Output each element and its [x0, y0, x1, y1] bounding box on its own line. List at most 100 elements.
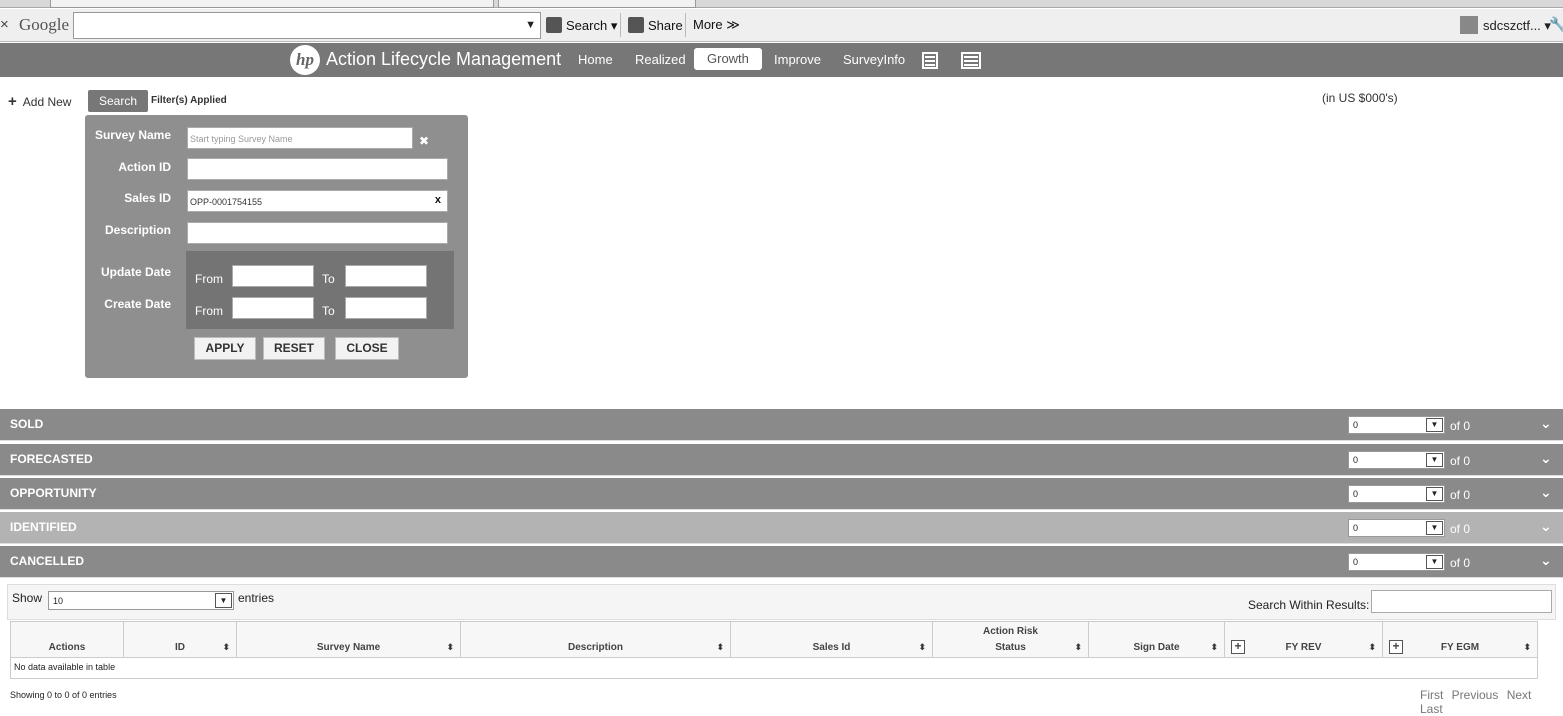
- page-size-select[interactable]: 10 ▼: [48, 591, 234, 610]
- browser-tab[interactable]: [50, 0, 494, 8]
- page-select[interactable]: 0 ▼: [1348, 451, 1445, 469]
- page-select[interactable]: 0 ▼: [1348, 485, 1445, 503]
- page-select[interactable]: 0 ▼: [1348, 519, 1445, 537]
- pagination: First Previous Next Last: [1420, 688, 1563, 716]
- sales-id-input[interactable]: OPP-0001754155 x: [187, 190, 448, 212]
- toolbar-more-button[interactable]: More ≫: [693, 17, 740, 33]
- dropdown-arrow-icon: ▼: [1426, 555, 1443, 569]
- grid-view-icon[interactable]: [961, 52, 981, 69]
- currency-units-label: (in US $000's): [1322, 91, 1398, 105]
- nav-realized[interactable]: Realized: [635, 52, 686, 67]
- column-sales-id[interactable]: Sales Id ⬍: [731, 622, 933, 657]
- sort-icon[interactable]: ⬍: [1074, 642, 1082, 653]
- empty-table-row: No data available in table: [10, 658, 1538, 679]
- page-count: of 0: [1450, 488, 1471, 502]
- column-description[interactable]: Description ⬍: [461, 622, 731, 657]
- sales-id-value: OPP-0001754155: [190, 197, 263, 207]
- column-action-risk-status[interactable]: Action Risk Status ⬍: [933, 622, 1089, 657]
- to-label: To: [322, 304, 335, 318]
- column-actions: Actions: [11, 622, 124, 657]
- clear-sales-id-icon[interactable]: x: [435, 194, 441, 206]
- column-fy-rev[interactable]: + FY REV ⬍: [1225, 622, 1383, 657]
- from-label: From: [195, 272, 223, 286]
- share-icon: [628, 17, 644, 33]
- section-identified[interactable]: IDENTIFIED 0 ▼ of 0 ⌄: [0, 512, 1563, 544]
- browser-tab[interactable]: [498, 0, 696, 8]
- sort-icon[interactable]: ⬍: [918, 642, 926, 653]
- close-button[interactable]: CLOSE: [335, 337, 399, 360]
- google-logo: Google: [19, 15, 70, 34]
- column-sign-date[interactable]: Sign Date ⬍: [1089, 622, 1225, 657]
- google-search-input[interactable]: ▼: [73, 12, 541, 39]
- apply-button[interactable]: APPLY: [194, 337, 256, 360]
- sort-icon[interactable]: ⬍: [1523, 642, 1531, 653]
- section-title: FORECASTED: [10, 452, 93, 466]
- create-date-label: Create Date: [104, 297, 171, 311]
- hp-logo: hp: [290, 45, 320, 75]
- filters-applied-label: Filter(s) Applied: [151, 95, 227, 106]
- section-cancelled[interactable]: CANCELLED 0 ▼ of 0 ⌄: [0, 546, 1563, 578]
- reset-button[interactable]: RESET: [263, 337, 325, 360]
- add-new-button[interactable]: + Add New: [8, 93, 71, 110]
- action-id-input[interactable]: [187, 158, 448, 180]
- sort-icon[interactable]: ⬍: [446, 642, 454, 653]
- page-count: of 0: [1450, 419, 1471, 433]
- pager-next[interactable]: Next: [1507, 688, 1532, 702]
- survey-name-label: Survey Name: [94, 128, 171, 142]
- toolbar-divider: [685, 13, 686, 37]
- list-view-icon[interactable]: [922, 52, 938, 69]
- wrench-icon[interactable]: 🔧: [1549, 16, 1563, 33]
- description-label: Description: [104, 223, 171, 237]
- search-within-label: Search Within Results:: [1248, 598, 1370, 612]
- chevron-down-icon[interactable]: ⌄: [1540, 415, 1552, 432]
- browser-tab-strip: [0, 0, 1563, 8]
- sort-icon[interactable]: ⬍: [1210, 642, 1218, 653]
- sort-icon[interactable]: ⬍: [1368, 642, 1376, 653]
- action-id-label: Action ID: [118, 160, 171, 174]
- create-date-from-input[interactable]: [232, 297, 314, 319]
- pager-first[interactable]: First: [1420, 688, 1443, 702]
- sort-icon[interactable]: ⬍: [222, 642, 230, 653]
- dropdown-arrow-icon: ▼: [1426, 418, 1443, 432]
- search-filter-panel: Survey Name Start typing Survey Name ✖ A…: [85, 115, 468, 378]
- nav-home[interactable]: Home: [578, 52, 613, 67]
- clear-survey-name-icon[interactable]: ✖: [419, 134, 429, 148]
- from-label: From: [195, 304, 223, 318]
- plus-icon: +: [8, 93, 17, 110]
- section-opportunity[interactable]: OPPORTUNITY 0 ▼ of 0 ⌄: [0, 478, 1563, 510]
- toolbar-share-button[interactable]: Share: [628, 17, 683, 33]
- column-survey-name[interactable]: Survey Name ⬍: [237, 622, 461, 657]
- column-id[interactable]: ID ⬍: [124, 622, 237, 657]
- chevron-down-icon[interactable]: ⌄: [1540, 518, 1552, 535]
- nav-improve[interactable]: Improve: [774, 52, 821, 67]
- search-button[interactable]: Search: [88, 90, 148, 112]
- chevron-down-icon[interactable]: ⌄: [1540, 484, 1552, 501]
- update-date-from-input[interactable]: [232, 265, 314, 287]
- dropdown-arrow-icon[interactable]: ▼: [525, 19, 536, 31]
- dropdown-arrow-icon: ▼: [215, 593, 232, 608]
- description-input[interactable]: [187, 222, 448, 244]
- search-within-input[interactable]: [1371, 590, 1552, 613]
- page-select[interactable]: 0 ▼: [1348, 553, 1445, 571]
- section-title: OPPORTUNITY: [10, 486, 97, 500]
- create-date-to-input[interactable]: [345, 297, 427, 319]
- page-count: of 0: [1450, 522, 1471, 536]
- chevron-down-icon[interactable]: ⌄: [1540, 552, 1552, 569]
- nav-growth[interactable]: Growth: [694, 48, 762, 70]
- column-fy-egm[interactable]: + FY EGM ⬍: [1383, 622, 1537, 657]
- close-toolbar-icon[interactable]: ×: [0, 16, 9, 33]
- update-date-to-input[interactable]: [345, 265, 427, 287]
- survey-name-input[interactable]: Start typing Survey Name: [187, 127, 413, 149]
- pager-previous[interactable]: Previous: [1452, 688, 1499, 702]
- user-account[interactable]: sdcszctf... ▾: [1460, 16, 1551, 34]
- entries-label: entries: [238, 591, 275, 605]
- pager-last[interactable]: Last: [1420, 702, 1443, 716]
- page-select[interactable]: 0 ▼: [1348, 416, 1445, 434]
- sort-icon[interactable]: ⬍: [716, 642, 724, 653]
- chevron-down-icon[interactable]: ⌄: [1540, 450, 1552, 467]
- toolbar-search-button[interactable]: Search ▾: [546, 17, 617, 34]
- dropdown-arrow-icon: ▼: [1426, 521, 1443, 535]
- section-forecasted[interactable]: FORECASTED 0 ▼ of 0 ⌄: [0, 444, 1563, 476]
- section-sold[interactable]: SOLD 0 ▼ of 0 ⌄: [0, 409, 1563, 441]
- nav-surveyinfo[interactable]: SurveyInfo: [843, 52, 905, 67]
